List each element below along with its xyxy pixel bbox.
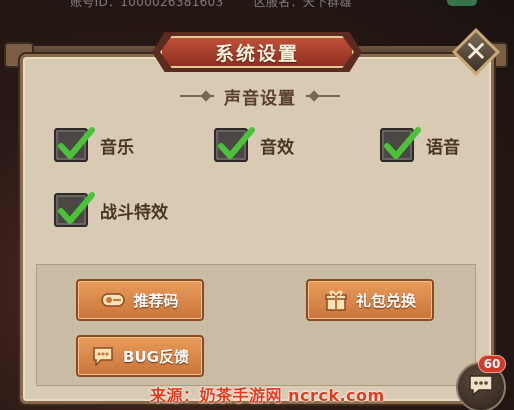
chat-bubble-icon: [467, 373, 495, 401]
sound-effects-checkbox[interactable]: [214, 127, 255, 162]
voice-label: 语音: [426, 137, 460, 158]
account-info-bar: 账号ID：1000026381603 区服名：天下群雄: [70, 0, 378, 9]
music-checkbox[interactable]: [54, 127, 95, 162]
server-name-text: 区服名：天下群雄: [253, 0, 352, 9]
recommend-code-label: 推荐码: [133, 291, 179, 310]
chat-unread-badge: 60: [478, 355, 506, 373]
bug-feedback-label: BUG反馈: [123, 347, 189, 366]
music-option[interactable]: 音乐: [54, 127, 134, 162]
battle-effects-option[interactable]: 战斗特效: [54, 192, 168, 227]
checkmark-icon: [384, 127, 421, 159]
close-button[interactable]: ✕: [451, 27, 501, 77]
gift-redeem-label: 礼包兑换: [355, 291, 416, 310]
battle-effects-checkbox[interactable]: [54, 192, 95, 227]
close-icon: ✕: [464, 35, 488, 68]
gift-redeem-button[interactable]: 礼包兑换: [306, 279, 434, 321]
bug-feedback-button[interactable]: BUG反馈: [76, 335, 204, 377]
ornament-right-icon: [306, 92, 340, 100]
top-status-pill: [447, 0, 477, 6]
gift-icon: [324, 289, 348, 311]
key-icon: [101, 289, 126, 311]
battle-effects-label: 战斗特效: [100, 202, 168, 223]
title-banner: 系统设置: [160, 36, 354, 68]
account-id-text: 账号ID：1000026381603: [70, 0, 224, 9]
chat-bubble-icon: [91, 345, 115, 367]
source-watermark: 来源：奶茶手游网 ncrck.com: [150, 386, 385, 405]
voice-option[interactable]: 语音: [380, 127, 460, 162]
checkmark-icon: [58, 192, 95, 224]
music-label: 音乐: [100, 137, 134, 158]
sound-settings-header: 声音设置: [160, 84, 360, 109]
ornament-left-icon: [180, 92, 214, 100]
recommend-code-button[interactable]: 推荐码: [76, 279, 204, 321]
sound-effects-label: 音效: [260, 137, 294, 158]
voice-checkbox[interactable]: [380, 127, 421, 162]
section-title: 声音设置: [224, 88, 296, 109]
checkmark-icon: [58, 127, 95, 159]
sound-effects-option[interactable]: 音效: [214, 127, 294, 162]
checkmark-icon: [218, 127, 255, 159]
dialog-title: 系统设置: [214, 42, 299, 65]
